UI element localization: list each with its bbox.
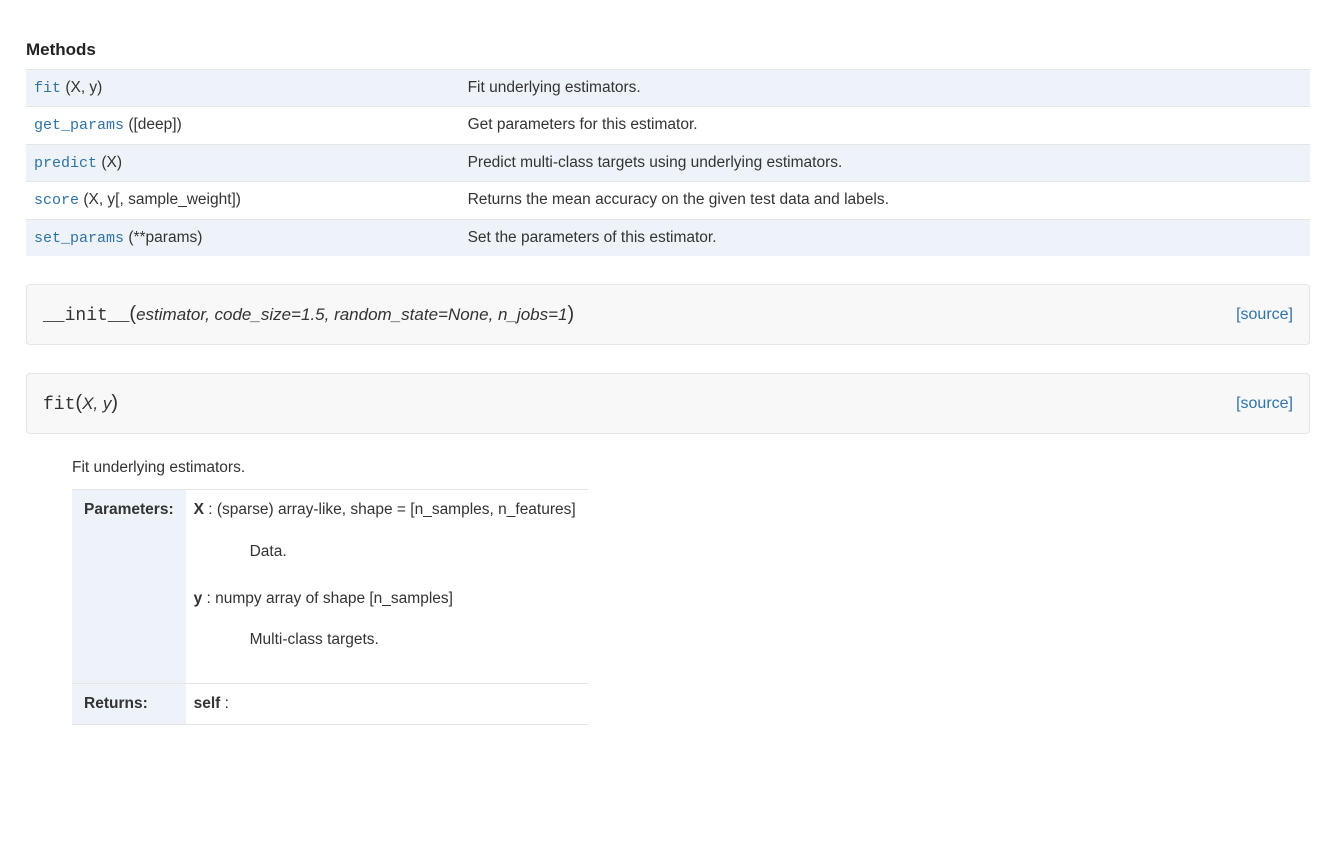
param-y-desc: Multi-class targets.: [250, 628, 576, 651]
param-y-name: y: [194, 590, 203, 607]
method-args: (**params): [124, 229, 202, 246]
table-row: predict (X) Predict multi-class targets …: [26, 144, 1310, 182]
return-self-name: self: [194, 695, 221, 712]
methods-heading: Methods: [26, 37, 1310, 63]
method-desc: Predict multi-class targets using underl…: [460, 144, 1310, 182]
method-link-set-params[interactable]: set_params: [34, 230, 124, 247]
table-row: score (X, y[, sample_weight]) Returns th…: [26, 182, 1310, 220]
field-list-table: Parameters: X : (sparse) array-like, sha…: [72, 489, 588, 724]
returns-label: Returns:: [72, 684, 186, 724]
table-row: set_params (**params) Set the parameters…: [26, 219, 1310, 256]
init-name: __init__: [43, 306, 129, 326]
fit-summary: Fit underlying estimators.: [72, 456, 1310, 479]
method-desc: Get parameters for this estimator.: [460, 107, 1310, 145]
init-params: estimator, code_size=1.5, random_state=N…: [136, 305, 567, 324]
param-y-type: : numpy array of shape [n_samples]: [202, 590, 453, 607]
method-link-get-params[interactable]: get_params: [34, 117, 124, 134]
param-x-type: : (sparse) array-like, shape = [n_sample…: [204, 501, 576, 518]
method-desc: Set the parameters of this estimator.: [460, 219, 1310, 256]
init-method-block: __init__(estimator, code_size=1.5, rando…: [26, 284, 1310, 345]
table-row: fit (X, y) Fit underlying estimators.: [26, 69, 1310, 107]
method-args: (X, y[, sample_weight]): [79, 191, 241, 208]
param-x-name: X: [194, 501, 204, 518]
fit-params: X, y: [82, 394, 111, 413]
fit-method-block: fit(X, y) [source] Fit underlying estima…: [26, 373, 1310, 725]
method-args: (X): [97, 154, 122, 171]
method-args: ([deep]): [124, 116, 182, 133]
methods-summary-table: fit (X, y) Fit underlying estimators. ge…: [26, 69, 1310, 257]
table-row: get_params ([deep]) Get parameters for t…: [26, 107, 1310, 145]
method-link-score[interactable]: score: [34, 192, 79, 209]
source-link[interactable]: [source]: [1236, 303, 1293, 327]
method-desc: Returns the mean accuracy on the given t…: [460, 182, 1310, 220]
method-link-fit[interactable]: fit: [34, 80, 61, 97]
param-x-desc: Data.: [250, 540, 576, 563]
source-link[interactable]: [source]: [1236, 392, 1293, 416]
method-args: (X, y): [61, 79, 102, 96]
fit-name: fit: [43, 395, 75, 415]
parameters-label: Parameters:: [72, 490, 186, 684]
return-self-type: :: [220, 695, 229, 712]
method-desc: Fit underlying estimators.: [460, 69, 1310, 107]
method-link-predict[interactable]: predict: [34, 155, 97, 172]
